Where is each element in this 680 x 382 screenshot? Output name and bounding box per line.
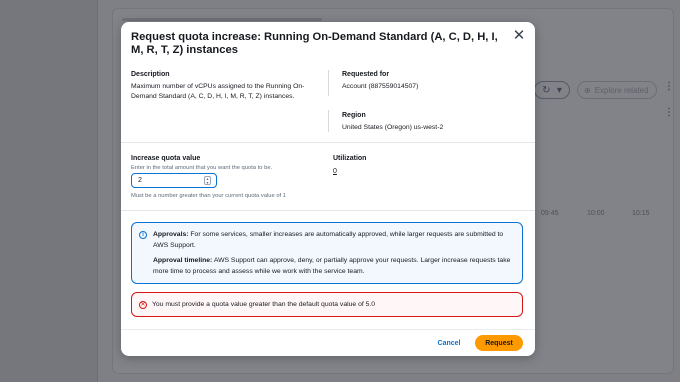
- number-stepper[interactable]: ▴ ▾: [204, 176, 211, 185]
- approval-timeline-label: Approval timeline:: [153, 257, 213, 264]
- background-explore-related-button: ⊕ Explore related: [577, 81, 657, 99]
- background-menu-icon: ⋮: [664, 81, 674, 92]
- column-divider: [328, 70, 329, 96]
- error-text: You must provide a quota value greater t…: [152, 301, 376, 308]
- utilization-label: Utilization: [333, 155, 367, 162]
- error-icon: ✕: [139, 300, 147, 309]
- utilization-value[interactable]: 0: [333, 168, 366, 175]
- info-icon: i: [139, 231, 147, 239]
- approvals-label: Approvals:: [153, 231, 189, 238]
- footer-divider: [121, 329, 535, 330]
- column-divider: [328, 110, 329, 132]
- increase-quota-label: Increase quota value: [131, 155, 201, 162]
- background-chart-menu-icon: ⋮: [664, 107, 674, 118]
- region-section: Region United States (Oregon) us-west-2: [342, 111, 522, 133]
- background-tabs: [122, 18, 322, 21]
- close-icon: ✕: [512, 27, 526, 44]
- increase-quota-section: Increase quota value Enter in the total …: [131, 154, 321, 172]
- compass-icon: ⊕: [584, 85, 591, 95]
- approval-timeline-paragraph: Approval timeline: AWS Support can appro…: [153, 256, 513, 277]
- requested-for-value: Account (887559014507): [342, 83, 419, 90]
- description-label: Description: [131, 71, 170, 78]
- section-divider: [121, 210, 535, 211]
- description-section: Description Maximum number of vCPUs assi…: [131, 70, 319, 102]
- increase-quota-hint: Must be a number greater than your curre…: [131, 193, 286, 199]
- approvals-paragraph: Approvals: For some services, smaller in…: [153, 230, 513, 251]
- close-button[interactable]: ✕: [512, 27, 526, 44]
- error-alert: ✕ You must provide a quota value greater…: [131, 292, 523, 317]
- info-alert: i Approvals: For some services, smaller …: [131, 222, 523, 284]
- background-sidebar: [0, 0, 98, 382]
- explore-related-label: Explore related: [594, 85, 649, 95]
- utilization-section: Utilization 0: [333, 154, 366, 175]
- region-label: Region: [342, 112, 366, 119]
- quota-value-text: 2: [138, 177, 142, 184]
- background-axis-tick: 09:45: [541, 210, 559, 217]
- background-axis-tick: 10:00: [587, 210, 605, 217]
- quota-value-input[interactable]: 2 ▴ ▾: [131, 173, 217, 188]
- quota-increase-modal: Request quota increase: Running On-Deman…: [121, 22, 535, 356]
- cancel-button[interactable]: Cancel: [431, 335, 467, 351]
- description-text: Maximum number of vCPUs assigned to the …: [131, 83, 305, 100]
- background-refresh-button: ↻ ▾: [534, 81, 570, 99]
- section-divider: [121, 142, 535, 143]
- modal-title: Request quota increase: Running On-Deman…: [131, 31, 498, 56]
- region-value: United States (Oregon) us-west-2: [342, 124, 444, 131]
- approvals-text: For some services, smaller increases are…: [153, 231, 504, 249]
- request-button[interactable]: Request: [475, 335, 523, 351]
- caret-down-icon: ▾: [556, 84, 562, 96]
- refresh-icon: ↻: [542, 84, 551, 96]
- requested-for-section: Requested for Account (887559014507): [342, 70, 522, 92]
- requested-for-label: Requested for: [342, 71, 390, 78]
- background-axis-tick: 10:15: [632, 210, 650, 217]
- increase-quota-description: Enter in the total amount that you want …: [131, 165, 273, 171]
